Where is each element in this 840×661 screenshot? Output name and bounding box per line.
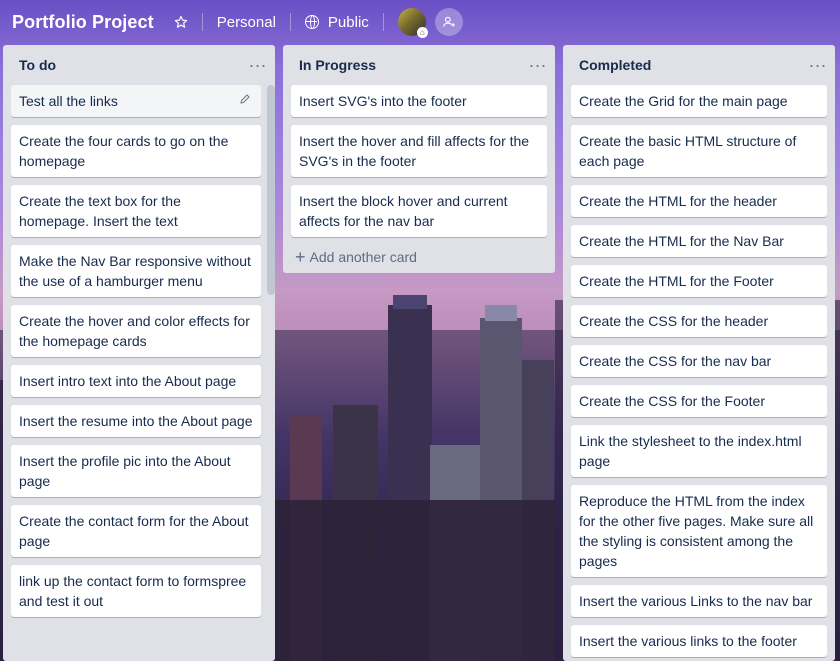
card-title: link up the contact form to formspree an… bbox=[19, 573, 247, 609]
card-title: Test all the links bbox=[19, 93, 118, 109]
star-icon[interactable] bbox=[174, 7, 188, 37]
card-title: Create the Grid for the main page bbox=[579, 93, 788, 109]
list-card[interactable]: Create the contact form for the About pa… bbox=[11, 505, 261, 557]
board-title[interactable]: Portfolio Project bbox=[12, 12, 154, 33]
list-card[interactable]: Create the CSS for the nav bar bbox=[571, 345, 827, 377]
list-card[interactable]: Create the HTML for the Nav Bar bbox=[571, 225, 827, 257]
list-card[interactable]: Reproduce the HTML from the index for th… bbox=[571, 485, 827, 577]
list-card[interactable]: Insert the various Links to the nav bar bbox=[571, 585, 827, 617]
list-card[interactable]: Create the text box for the homepage. In… bbox=[11, 185, 261, 237]
admin-badge-icon: ⌂ bbox=[416, 27, 428, 38]
visibility-button[interactable]: Public bbox=[304, 7, 369, 37]
card-title: Insert the various Links to the nav bar bbox=[579, 593, 813, 609]
list-todo: To do ... Test all the links Create the … bbox=[3, 45, 275, 661]
team-button[interactable]: Personal bbox=[217, 7, 276, 37]
card-title: Insert the block hover and current affec… bbox=[299, 193, 508, 229]
card-title: Insert the various links to the footer bbox=[579, 633, 797, 649]
list-card[interactable]: Create the basic HTML structure of each … bbox=[571, 125, 827, 177]
list-menu-icon[interactable]: ... bbox=[249, 52, 267, 74]
list-card[interactable]: link up the contact form to formspree an… bbox=[11, 565, 261, 617]
board-header: Portfolio Project Personal Public ⌂ bbox=[0, 0, 840, 44]
globe-icon bbox=[304, 15, 319, 29]
card-title: Create the basic HTML structure of each … bbox=[579, 133, 797, 169]
header-divider bbox=[289, 13, 291, 31]
list-completed: Completed ... Create the Grid for the ma… bbox=[563, 45, 835, 661]
list-card[interactable]: Insert the resume into the About page bbox=[11, 405, 261, 437]
card-title: Insert the profile pic into the About pa… bbox=[19, 453, 231, 489]
list-card[interactable]: Create the Grid for the main page bbox=[571, 85, 827, 117]
visibility-label: Public bbox=[327, 13, 369, 31]
list-card[interactable]: Create the hover and color effects for t… bbox=[11, 305, 261, 357]
list-scrollbar[interactable] bbox=[267, 85, 275, 295]
card-title: Create the CSS for the nav bar bbox=[579, 353, 772, 369]
list-card[interactable]: Test all the links bbox=[11, 85, 261, 117]
card-title: Create the HTML for the Footer bbox=[579, 273, 774, 289]
card-title: Create the CSS for the header bbox=[579, 313, 769, 329]
list-card[interactable]: Insert the hover and fill affects for th… bbox=[291, 125, 547, 177]
card-title: Insert SVG's into the footer bbox=[299, 93, 467, 109]
card-title: Insert the hover and fill affects for th… bbox=[299, 133, 530, 169]
list-menu-icon[interactable]: ... bbox=[809, 52, 827, 74]
list-card[interactable]: Create the four cards to go on the homep… bbox=[11, 125, 261, 177]
list-card[interactable]: Insert intro text into the About page bbox=[11, 365, 261, 397]
card-title: Make the Nav Bar responsive without the … bbox=[19, 253, 251, 289]
header-divider bbox=[382, 13, 384, 31]
list-card[interactable]: Create the CSS for the header bbox=[571, 305, 827, 337]
add-member-icon[interactable] bbox=[434, 8, 463, 36]
add-card-button[interactable]: + Add another card bbox=[283, 241, 555, 273]
list-title[interactable]: In Progress bbox=[299, 57, 376, 73]
list-card[interactable]: Insert the profile pic into the About pa… bbox=[11, 445, 261, 497]
card-title: Create the hover and color effects for t… bbox=[19, 313, 250, 349]
list-card[interactable]: Create the HTML for the Footer bbox=[571, 265, 827, 297]
list-menu-icon[interactable]: ... bbox=[529, 52, 547, 74]
add-card-label: Add another card bbox=[309, 249, 417, 265]
plus-icon: + bbox=[295, 247, 306, 267]
card-title: Link the stylesheet to the index.html pa… bbox=[579, 433, 802, 469]
card-title: Insert the resume into the About page bbox=[19, 413, 253, 429]
list-card[interactable]: Insert the various links to the footer bbox=[571, 625, 827, 657]
list-card[interactable]: Insert the block hover and current affec… bbox=[291, 185, 547, 237]
card-title: Create the HTML for the Nav Bar bbox=[579, 233, 784, 249]
list-title[interactable]: To do bbox=[19, 57, 56, 73]
avatar[interactable]: ⌂ bbox=[397, 8, 428, 38]
card-title: Create the four cards to go on the homep… bbox=[19, 133, 229, 169]
list-card[interactable]: Link the stylesheet to the index.html pa… bbox=[571, 425, 827, 477]
header-divider bbox=[201, 13, 203, 31]
list-card[interactable]: Insert SVG's into the footer bbox=[291, 85, 547, 117]
card-title: Create the CSS for the Footer bbox=[579, 393, 765, 409]
card-title: Create the HTML for the header bbox=[579, 193, 777, 209]
card-title: Reproduce the HTML from the index for th… bbox=[579, 493, 814, 569]
list-title[interactable]: Completed bbox=[579, 57, 651, 73]
card-title: Insert intro text into the About page bbox=[19, 373, 237, 389]
list-in-progress: In Progress ... Insert SVG's into the fo… bbox=[283, 45, 555, 273]
list-card[interactable]: Create the CSS for the Footer bbox=[571, 385, 827, 417]
card-title: Create the text box for the homepage. In… bbox=[19, 193, 181, 229]
edit-pencil-icon[interactable] bbox=[239, 93, 251, 105]
list-card[interactable]: Make the Nav Bar responsive without the … bbox=[11, 245, 261, 297]
card-title: Create the contact form for the About pa… bbox=[19, 513, 249, 549]
list-card[interactable]: Create the HTML for the header bbox=[571, 185, 827, 217]
